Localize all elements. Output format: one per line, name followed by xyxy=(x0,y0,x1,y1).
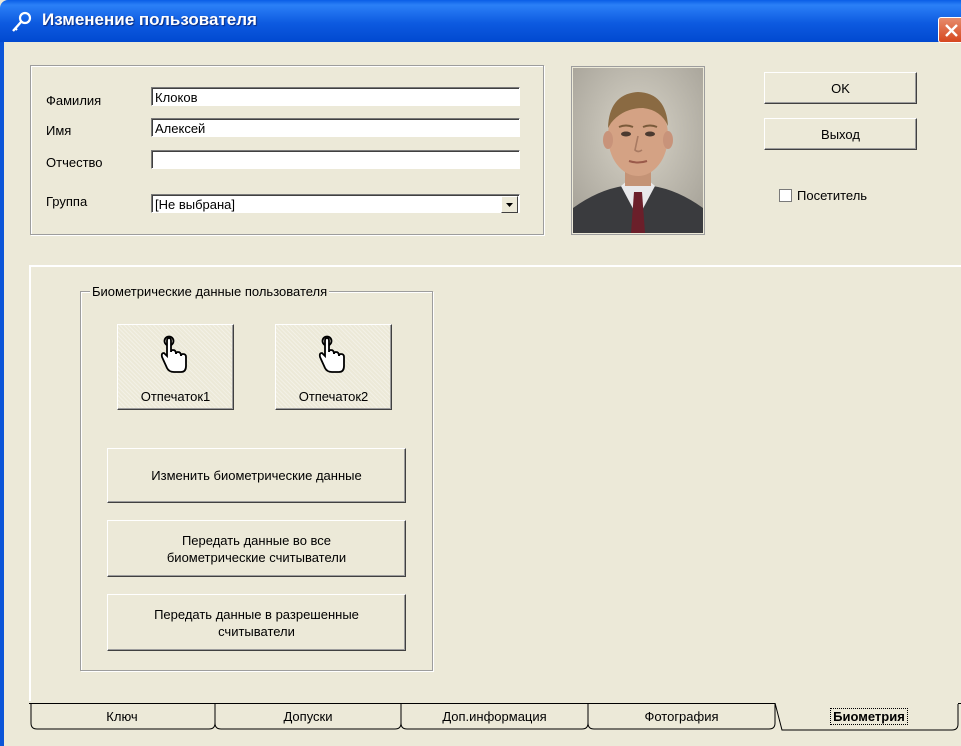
send-all-readers-button[interactable]: Передать данные во все биометрические сч… xyxy=(107,520,406,577)
portrait-image xyxy=(573,68,703,233)
close-button[interactable] xyxy=(938,17,961,43)
tab-key-label: Ключ xyxy=(106,709,138,724)
patronymic-label: Отчество xyxy=(46,155,103,170)
send-allowed-readers-button[interactable]: Передать данные в разрешенные считывател… xyxy=(107,594,406,651)
window-title: Изменение пользователя xyxy=(42,10,257,29)
biometrics-group-title: Биометрические данные пользователя xyxy=(90,284,330,299)
lastname-label: Фамилия xyxy=(46,93,102,108)
patronymic-field[interactable] xyxy=(151,150,520,169)
visitor-label: Посетитель xyxy=(797,188,868,203)
fingerprint1-button[interactable]: Отпечаток1 xyxy=(117,324,234,410)
send-allowed-line1: Передать данные в разрешенные xyxy=(154,606,359,622)
chevron-down-icon xyxy=(506,203,513,207)
tab-photo-label: Фотография xyxy=(644,709,719,724)
tab-photo[interactable]: Фотография xyxy=(588,705,775,729)
exit-button[interactable]: Выход xyxy=(764,118,917,150)
window-border-left xyxy=(0,42,4,746)
pointing-hand-icon xyxy=(318,335,345,373)
user-edit-window: Изменение пользователя Фамилия Имя Отчес… xyxy=(0,0,961,746)
tab-additional-info-label: Доп.информация xyxy=(442,709,547,724)
group-dropdown-button[interactable] xyxy=(501,196,518,213)
tab-biometrics-label: Биометрия xyxy=(830,708,908,725)
tab-bar: Ключ Допуски Доп.информация Фотография Б… xyxy=(29,705,961,731)
patronymic-input[interactable] xyxy=(155,152,519,169)
tab-additional-info[interactable]: Доп.информация xyxy=(401,705,588,729)
send-all-line1: Передать данные во все xyxy=(181,532,332,548)
lastname-field[interactable] xyxy=(151,87,520,106)
tab-permissions-label: Допуски xyxy=(283,709,333,724)
pointing-hand-icon xyxy=(160,335,187,373)
user-photo xyxy=(571,66,705,235)
firstname-field[interactable] xyxy=(151,118,520,137)
tab-key[interactable]: Ключ xyxy=(29,705,215,729)
lastname-input[interactable] xyxy=(155,89,519,106)
fingerprint2-button[interactable]: Отпечаток2 xyxy=(275,324,392,410)
visitor-checkbox[interactable] xyxy=(779,189,792,202)
group-select[interactable]: [Не выбрана] xyxy=(151,194,520,213)
change-biometrics-button[interactable]: Изменить биометрические данные xyxy=(107,448,406,503)
tab-biometrics[interactable]: Биометрия xyxy=(781,705,957,729)
fingerprint2-label: Отпечаток2 xyxy=(298,389,369,404)
ok-button[interactable]: OK xyxy=(764,72,917,104)
fingerprint1-label: Отпечаток1 xyxy=(140,389,211,404)
title-bar[interactable]: Изменение пользователя xyxy=(0,0,961,43)
group-select-value: [Не выбрана] xyxy=(155,197,236,212)
tab-permissions[interactable]: Допуски xyxy=(215,705,401,729)
close-icon xyxy=(945,24,958,37)
key-icon xyxy=(12,11,32,32)
firstname-label: Имя xyxy=(46,123,72,138)
send-all-line2: биометрические считыватели xyxy=(166,549,347,565)
send-allowed-line2: считыватели xyxy=(218,623,295,639)
firstname-input[interactable] xyxy=(155,120,519,137)
group-label: Группа xyxy=(46,194,88,209)
